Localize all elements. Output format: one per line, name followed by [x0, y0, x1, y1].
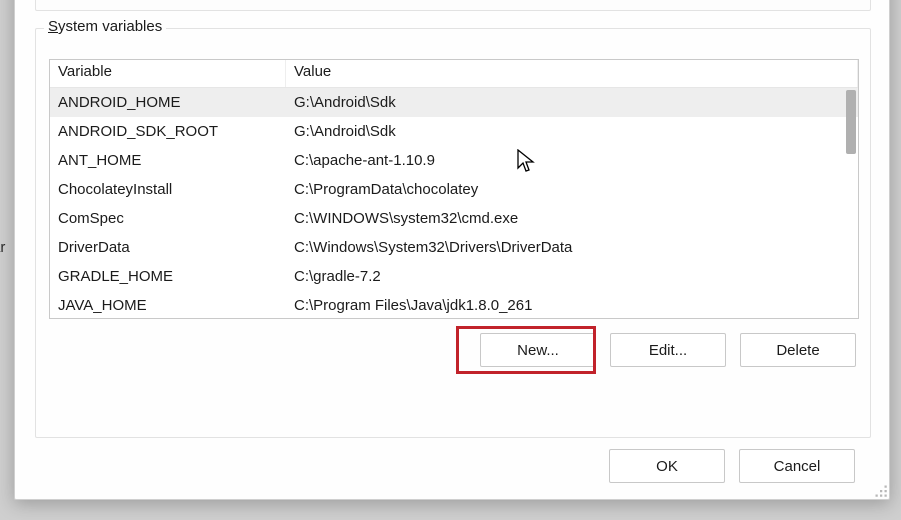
cell-variable: ANT_HOME: [50, 152, 286, 169]
cell-value: C:\apache-ant-1.10.9: [286, 152, 858, 169]
background-text: r s ar: [0, 200, 6, 230]
dialog-buttons-row: OK Cancel: [609, 449, 855, 483]
cell-value: C:\WINDOWS\system32\cmd.exe: [286, 210, 858, 227]
group-label-hotkey: S: [48, 18, 58, 35]
cell-variable: DriverData: [50, 239, 286, 256]
edit-button[interactable]: Edit...: [610, 333, 726, 367]
group-label: System variables: [44, 18, 166, 35]
cell-value: G:\Android\Sdk: [286, 123, 858, 140]
table-row[interactable]: ANDROID_SDK_ROOTG:\Android\Sdk: [50, 117, 858, 146]
bg-text-line: r s: [0, 200, 6, 230]
list-body: ANDROID_HOMEG:\Android\SdkANDROID_SDK_RO…: [50, 88, 858, 319]
table-row[interactable]: ComSpecC:\WINDOWS\system32\cmd.exe: [50, 204, 858, 233]
cell-variable: ANDROID_SDK_ROOT: [50, 123, 286, 140]
table-row[interactable]: JAVA_HOMEC:\Program Files\Java\jdk1.8.0_…: [50, 291, 858, 319]
system-variables-group: System variables Variable Value ANDROID_…: [35, 28, 871, 438]
table-row[interactable]: GRADLE_HOMEC:\gradle-7.2: [50, 262, 858, 291]
resize-grip-icon[interactable]: [871, 481, 889, 499]
delete-button[interactable]: Delete: [740, 333, 856, 367]
cell-value: C:\Windows\System32\Drivers\DriverData: [286, 239, 858, 256]
table-row[interactable]: ANT_HOMEC:\apache-ant-1.10.9: [50, 146, 858, 175]
cell-value: C:\Program Files\Java\jdk1.8.0_261: [286, 297, 858, 314]
system-variables-list[interactable]: Variable Value ANDROID_HOMEG:\Android\Sd…: [49, 59, 859, 319]
cell-variable: JAVA_HOME: [50, 297, 286, 314]
new-button[interactable]: New...: [480, 333, 596, 367]
user-variables-group: [35, 0, 871, 11]
environment-variables-dialog: System variables Variable Value ANDROID_…: [14, 0, 890, 500]
scrollbar-thumb[interactable]: [846, 90, 856, 154]
cell-variable: GRADLE_HOME: [50, 268, 286, 285]
cell-value: C:\ProgramData\chocolatey: [286, 181, 858, 198]
ok-button[interactable]: OK: [609, 449, 725, 483]
bg-text-line: ar: [0, 240, 6, 255]
table-row[interactable]: ChocolateyInstallC:\ProgramData\chocolat…: [50, 175, 858, 204]
column-header-variable[interactable]: Variable: [50, 60, 286, 87]
table-row[interactable]: ANDROID_HOMEG:\Android\Sdk: [50, 88, 858, 117]
cell-value: C:\gradle-7.2: [286, 268, 858, 285]
cell-value: G:\Android\Sdk: [286, 94, 858, 111]
column-header-value[interactable]: Value: [286, 60, 858, 87]
table-row[interactable]: DriverDataC:\Windows\System32\Drivers\Dr…: [50, 233, 858, 262]
group-label-text: ystem variables: [58, 18, 162, 35]
cell-variable: ChocolateyInstall: [50, 181, 286, 198]
cell-variable: ANDROID_HOME: [50, 94, 286, 111]
cancel-button[interactable]: Cancel: [739, 449, 855, 483]
list-header: Variable Value: [50, 60, 858, 88]
variable-buttons-row: New... Edit... Delete: [480, 333, 856, 367]
cell-variable: ComSpec: [50, 210, 286, 227]
